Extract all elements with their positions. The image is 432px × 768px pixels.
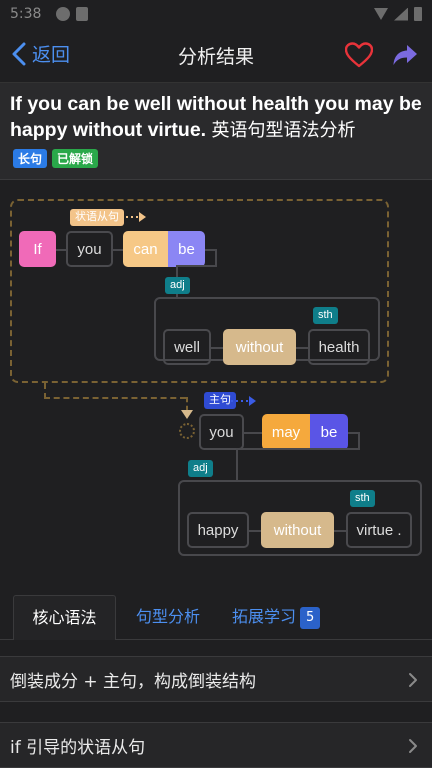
link-line <box>44 383 186 399</box>
word-happy[interactable]: happy <box>187 512 249 548</box>
sentence-panel: If you can be well without health you ma… <box>0 82 432 180</box>
analysis-tabs: 核心语法 句型分析 拓展学习 5 <box>0 595 432 640</box>
word-can[interactable]: can <box>123 231 168 267</box>
link-line <box>244 432 262 434</box>
link-line <box>296 347 308 349</box>
sd-card-icon <box>76 7 88 21</box>
sth-tag: sth <box>350 490 375 507</box>
sentence-text: If you can be well without health you ma… <box>10 91 425 144</box>
link-line <box>113 249 123 251</box>
long-sentence-badge: 长句 <box>13 149 48 168</box>
link-line <box>186 397 188 411</box>
word-virtue[interactable]: virtue . <box>346 512 412 548</box>
chevron-right-icon <box>409 739 417 753</box>
insert-point-icon <box>179 423 195 439</box>
word-without-main[interactable]: without <box>261 512 334 548</box>
link-line <box>177 265 217 267</box>
chevron-right-icon <box>409 673 417 687</box>
tab-sentence-analysis[interactable]: 句型分析 <box>127 595 209 640</box>
link-line <box>348 432 360 448</box>
word-be[interactable]: be <box>168 231 205 267</box>
sth-tag: sth <box>313 307 338 324</box>
sentence-badges: 长句 已解锁 <box>13 149 99 168</box>
word-you-main[interactable]: you <box>199 414 244 450</box>
adj-tag: adj <box>165 277 190 294</box>
system-icons <box>374 7 422 21</box>
wifi-icon <box>374 8 388 20</box>
link-line <box>211 347 223 349</box>
word-well[interactable]: well <box>163 329 211 365</box>
list-item-label: 倒装成分 + 主句，构成倒装结构 <box>10 672 257 692</box>
tab-extended-learning[interactable]: 拓展学习 5 <box>232 595 342 640</box>
top-navbar: 返回 分析结果 <box>0 30 432 80</box>
battery-icon <box>414 7 422 21</box>
dotted-arrow-icon <box>231 396 256 406</box>
word-health[interactable]: health <box>308 329 370 365</box>
link-line <box>236 448 238 480</box>
sentence-chinese: 英语句型语法分析 <box>211 120 356 141</box>
word-be-main[interactable]: be <box>310 414 348 450</box>
arrow-down-icon <box>181 410 193 419</box>
share-icon[interactable] <box>392 43 418 67</box>
link-line <box>236 448 360 450</box>
list-item-label: if 引导的状语从句 <box>10 738 146 758</box>
status-bar: 5:38 <box>0 0 432 30</box>
app-notification-icon <box>56 7 70 21</box>
sentence-diagram: 状语从句 If you can be adj sth well without … <box>0 182 432 577</box>
list-item[interactable]: 倒装成分 + 主句，构成倒装结构 <box>0 656 432 702</box>
dotted-arrow-icon <box>121 212 146 222</box>
heart-icon[interactable] <box>345 42 373 68</box>
notification-icons <box>56 7 88 21</box>
word-may[interactable]: may <box>262 414 310 450</box>
word-if[interactable]: If <box>19 231 56 267</box>
list-item[interactable]: if 引导的状语从句 <box>0 722 432 768</box>
word-you[interactable]: you <box>66 231 113 267</box>
status-time: 5:38 <box>10 6 42 22</box>
unlocked-badge: 已解锁 <box>52 149 99 168</box>
link-line <box>56 249 66 251</box>
tab-extended-learning-label: 拓展学习 <box>232 607 297 626</box>
signal-icon <box>394 7 408 21</box>
link-line <box>334 530 346 532</box>
word-without[interactable]: without <box>223 329 296 365</box>
adj-tag: adj <box>188 460 213 477</box>
link-line <box>249 530 261 532</box>
adverbial-clause-tag: 状语从句 <box>70 209 124 226</box>
tab-count-badge: 5 <box>300 607 321 629</box>
tab-core-grammar[interactable]: 核心语法 <box>13 595 116 640</box>
link-line <box>205 249 217 265</box>
